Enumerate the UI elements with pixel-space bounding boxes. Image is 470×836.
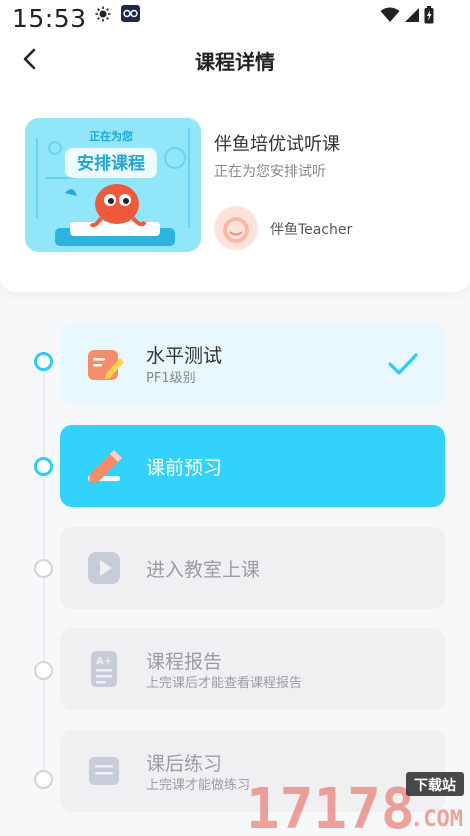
step-level-test[interactable]: 水平测试 PF1级别 — [60, 323, 445, 405]
check-icon — [388, 353, 418, 375]
battery-icon — [424, 6, 434, 24]
step-title: 进入教室上课 — [146, 559, 261, 581]
step-title: 课程报告 — [146, 651, 223, 673]
brightness-icon — [95, 6, 111, 22]
wifi-icon — [380, 7, 400, 22]
status-time: 15:53 — [12, 4, 87, 33]
svg-text:安排课程: 安排课程 — [77, 153, 145, 174]
step-enter-classroom[interactable]: 进入教室上课 — [60, 527, 445, 609]
step-subtitle: PF1级别 — [146, 371, 196, 386]
course-name: 伴鱼培优试听课 — [214, 134, 340, 155]
step-preview[interactable]: 课前预习 — [60, 425, 445, 507]
status-bar: 15:53 — [0, 0, 470, 36]
svg-text:.COM: .COM — [410, 807, 463, 832]
svg-text:下载站: 下载站 — [414, 777, 456, 794]
teacher-avatar — [214, 206, 258, 250]
top-bar: 课程详情 — [0, 36, 470, 82]
timeline-dot-preview — [34, 457, 53, 476]
timeline-dot-report — [34, 661, 53, 680]
watermark-logo: 17178 下载站 .COM — [246, 772, 464, 834]
exercise-icon — [89, 757, 119, 785]
play-icon — [88, 552, 120, 584]
step-course-report[interactable]: A+ 课程报告 上完课后才能查看课程报告 — [60, 628, 445, 710]
svg-text:正在为您: 正在为您 — [89, 129, 133, 143]
timeline-dot-level-test — [34, 352, 53, 371]
timeline-dot-exercise — [34, 770, 53, 789]
svg-text:A+: A+ — [96, 656, 112, 667]
course-thumbnail[interactable]: 正在为您 安排课程 — [25, 118, 201, 252]
svg-text:17178: 17178 — [246, 777, 415, 834]
app-notification-icon — [121, 5, 140, 22]
timeline-dot-classroom — [34, 559, 53, 578]
teacher-name: 伴鱼Teacher — [270, 222, 353, 238]
pencil-test-icon — [88, 350, 124, 380]
page-title: 课程详情 — [195, 50, 275, 74]
pencil-icon — [88, 450, 122, 483]
step-subtitle: 上完课才能做练习 — [146, 778, 251, 793]
course-status: 正在为您安排试听 — [214, 164, 326, 180]
step-title: 水平测试 — [146, 345, 223, 367]
step-title: 课后练习 — [146, 753, 223, 775]
signal-icon — [405, 8, 419, 22]
step-subtitle: 上完课后才能查看课程报告 — [146, 676, 303, 691]
step-title: 课前预习 — [146, 457, 223, 479]
report-icon: A+ — [91, 651, 117, 687]
